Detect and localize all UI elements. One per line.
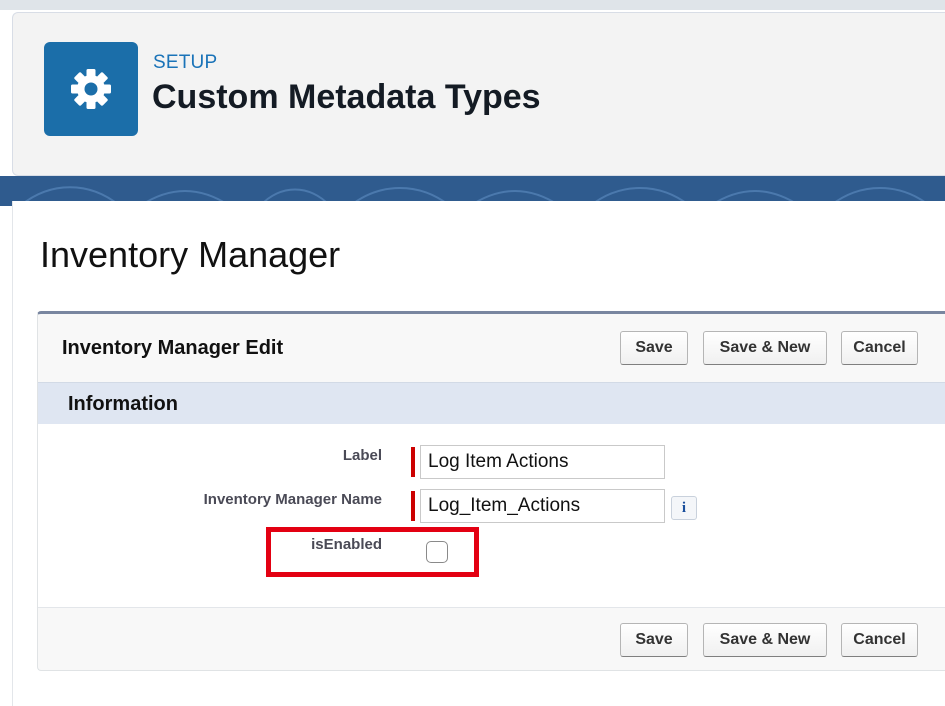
save-button-top[interactable]: Save [620, 331, 688, 365]
required-indicator [411, 447, 415, 477]
save-button-bottom[interactable]: Save [620, 623, 688, 657]
required-indicator [411, 491, 415, 521]
info-icon[interactable]: i [671, 496, 697, 520]
setup-app-icon [44, 42, 138, 136]
section-title: Information [68, 393, 178, 415]
name-field-label: Inventory Manager Name [203, 491, 382, 508]
label-field-label: Label [342, 447, 382, 464]
save-new-button-top[interactable]: Save & New [703, 331, 827, 365]
cancel-button-top[interactable]: Cancel [841, 331, 918, 365]
footer-divider [38, 607, 945, 608]
record-title: Inventory Manager [40, 234, 341, 275]
page-title: Custom Metadata Types [152, 78, 541, 116]
setup-eyebrow[interactable]: SETUP [153, 52, 217, 74]
gear-icon [71, 69, 111, 109]
name-input[interactable] [420, 489, 665, 523]
cancel-button-bottom[interactable]: Cancel [841, 623, 918, 657]
label-input[interactable] [420, 445, 665, 479]
top-shadow [0, 0, 945, 10]
panel-title: Inventory Manager Edit [62, 337, 284, 359]
highlight-annotation [266, 527, 479, 577]
save-new-button-bottom[interactable]: Save & New [703, 623, 827, 657]
